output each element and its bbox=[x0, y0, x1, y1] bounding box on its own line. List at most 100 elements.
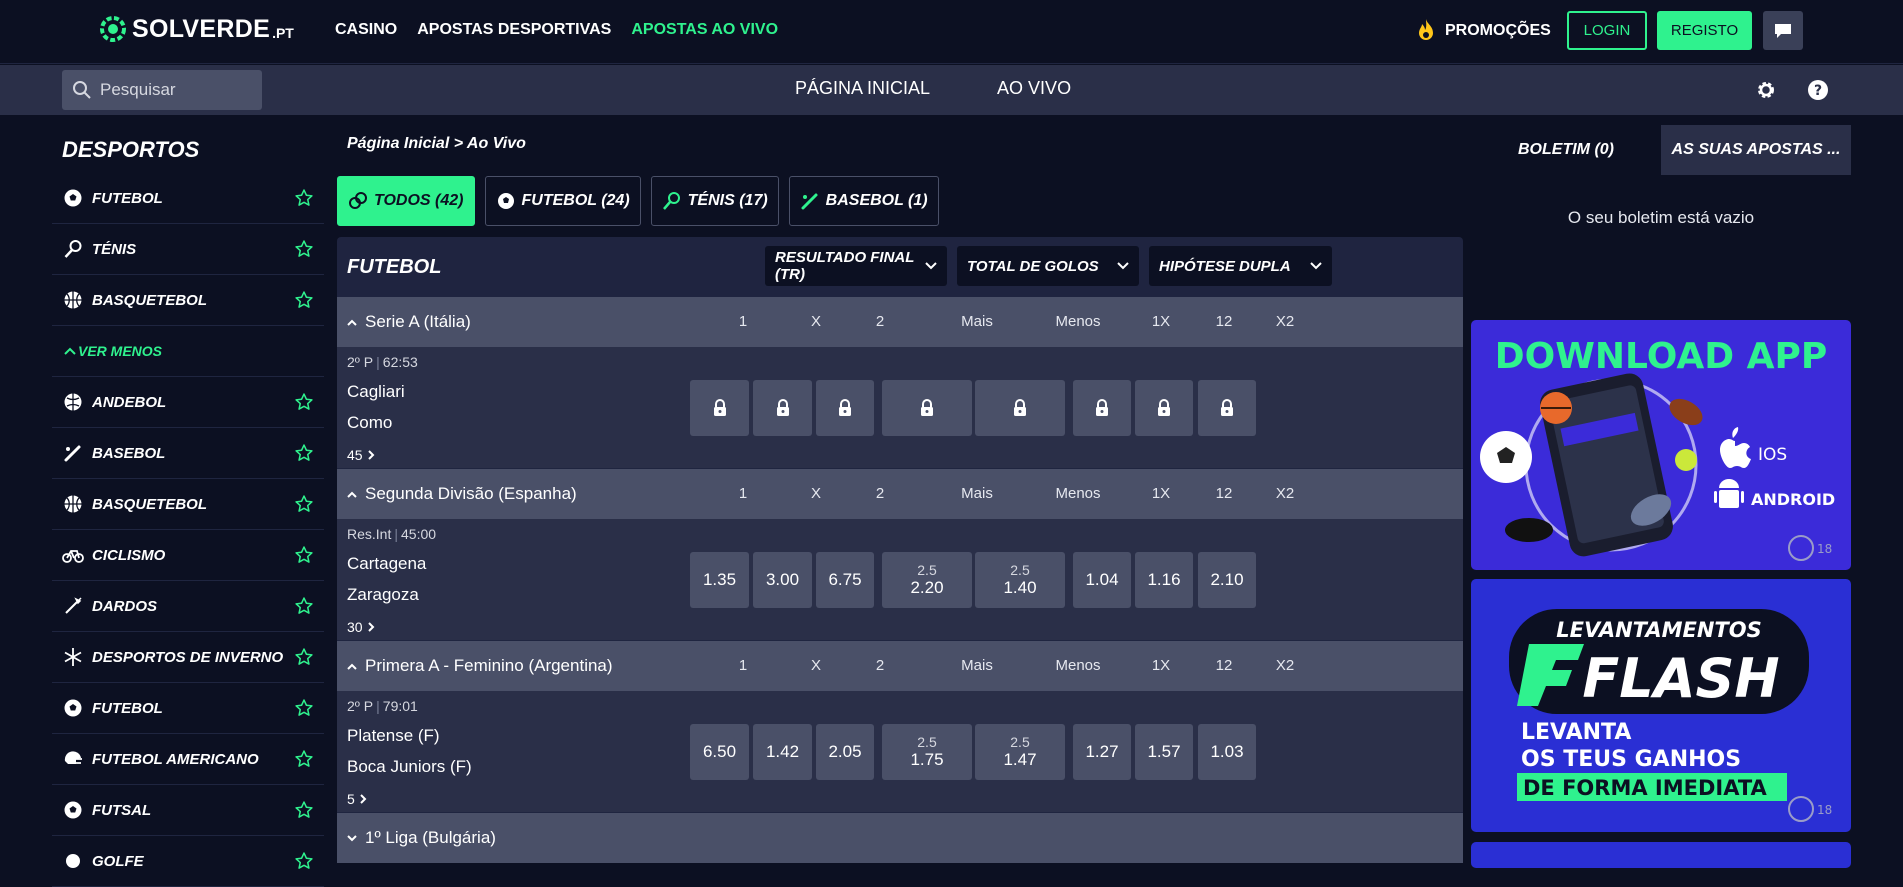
gear-icon[interactable] bbox=[1755, 79, 1777, 101]
odd-button[interactable]: 1.57 bbox=[1135, 724, 1193, 780]
subnav-pagina-inicial[interactable]: PÁGINA INICIAL bbox=[795, 78, 930, 99]
sidebar-item[interactable]: FUTSAL bbox=[52, 785, 324, 836]
sidebar-list: FUTEBOL TÉNIS BASQUETEBOL VER MENOS ANDEBOL B… bbox=[52, 173, 324, 887]
baseball-bat-icon bbox=[62, 442, 84, 464]
odd-button[interactable] bbox=[975, 380, 1065, 436]
favorite-star-icon[interactable] bbox=[294, 647, 314, 667]
download-app-banner[interactable]: DOWNLOAD APP IOS ANDROID 18 bbox=[1471, 320, 1851, 570]
sidebar-item[interactable]: CICLISMO bbox=[52, 530, 324, 581]
sidebar-item[interactable]: TÉNIS bbox=[52, 224, 324, 275]
flash-line2: FLASH bbox=[1582, 647, 1779, 710]
odd-button[interactable]: 2.5 2.20 bbox=[882, 552, 972, 608]
odd-button[interactable]: 2.5 1.47 bbox=[975, 724, 1065, 780]
favorite-star-icon[interactable] bbox=[294, 443, 314, 463]
favorite-star-icon[interactable] bbox=[294, 596, 314, 616]
help-icon[interactable]: ? bbox=[1807, 79, 1829, 101]
odd-button[interactable]: 2.5 1.40 bbox=[975, 552, 1065, 608]
nav-apostas-desportivas[interactable]: APOSTAS DESPORTIVAS bbox=[417, 21, 611, 39]
home-team[interactable]: Platense (F) bbox=[347, 726, 440, 746]
more-markets-link[interactable]: 30 bbox=[347, 619, 375, 635]
tab-todos[interactable]: TODOS (42) bbox=[337, 176, 475, 226]
away-team[interactable]: Zaragoza bbox=[347, 585, 419, 605]
odd-button[interactable]: 1.03 bbox=[1198, 724, 1256, 780]
sidebar-item[interactable]: FUTEBOL bbox=[52, 683, 324, 734]
away-team[interactable]: Como bbox=[347, 413, 392, 433]
promo-banner-3[interactable] bbox=[1471, 842, 1851, 868]
column-header: X2 bbox=[1275, 657, 1295, 674]
league-header[interactable]: Primera A - Feminino (Argentina) 1 X 2 Mais M… bbox=[337, 641, 1463, 691]
favorite-star-icon[interactable] bbox=[294, 545, 314, 565]
breadcrumb-text[interactable]: Página Inicial > Ao Vivo bbox=[347, 135, 526, 152]
odd-button[interactable]: 1.35 bbox=[690, 552, 749, 608]
sidebar-item[interactable]: FUTEBOL AMERICANO bbox=[52, 734, 324, 785]
odd-button[interactable] bbox=[690, 380, 749, 436]
odd-button[interactable] bbox=[1198, 380, 1256, 436]
sidebar-item[interactable]: BASQUETEBOL bbox=[52, 479, 324, 530]
basketball-icon bbox=[62, 493, 84, 515]
tab-as-suas-apostas[interactable]: AS SUAS APOSTAS ... bbox=[1661, 125, 1851, 175]
odd-button[interactable]: 2.05 bbox=[816, 724, 874, 780]
login-button[interactable]: LOGIN bbox=[1567, 11, 1647, 50]
sidebar-item[interactable]: ANDEBOL bbox=[52, 377, 324, 428]
odd-button[interactable]: 6.50 bbox=[690, 724, 749, 780]
league-title: 1º Liga (Bulgária) bbox=[347, 828, 496, 848]
sidebar-item[interactable]: DARDOS bbox=[52, 581, 324, 632]
odd-button[interactable] bbox=[753, 380, 812, 436]
sidebar-item[interactable]: BASQUETEBOL bbox=[52, 275, 324, 326]
market-select-hipotese[interactable]: HIPÓTESE DUPLA bbox=[1149, 246, 1332, 286]
tab-futebol-label: FUTEBOL (24) bbox=[521, 192, 630, 209]
market-select-golos[interactable]: TOTAL DE GOLOS bbox=[957, 246, 1139, 286]
solverde-logo[interactable]: SOLVERDE .PT bbox=[100, 14, 294, 44]
tab-basebol[interactable]: BASEBOL (1) bbox=[788, 176, 939, 226]
flash-cashout-banner[interactable]: LEVANTAMENTOS FLASH LEVANTA OS TEUS GANH… bbox=[1471, 579, 1851, 832]
favorite-star-icon[interactable] bbox=[294, 290, 314, 310]
odd-button[interactable]: 2.10 bbox=[1198, 552, 1256, 608]
search-box[interactable] bbox=[62, 70, 262, 110]
nav-casino[interactable]: CASINO bbox=[335, 21, 397, 39]
league-header[interactable]: Segunda Divisão (Espanha) 1 X 2 Mais Menos 1X 1… bbox=[337, 469, 1463, 519]
favorite-star-icon[interactable] bbox=[294, 494, 314, 514]
home-team[interactable]: Cagliari bbox=[347, 382, 405, 402]
sidebar-item[interactable]: GOLFE bbox=[52, 836, 324, 887]
odd-button[interactable]: 1.42 bbox=[753, 724, 812, 780]
register-button[interactable]: REGISTO bbox=[1657, 11, 1752, 50]
favorite-star-icon[interactable] bbox=[294, 698, 314, 718]
chat-button[interactable] bbox=[1763, 11, 1803, 50]
tab-tenis[interactable]: TÉNIS (17) bbox=[650, 176, 779, 226]
away-team[interactable]: Boca Juniors (F) bbox=[347, 757, 472, 777]
chevron-right-icon bbox=[367, 449, 375, 461]
search-input[interactable] bbox=[100, 80, 250, 100]
favorite-star-icon[interactable] bbox=[294, 188, 314, 208]
home-team[interactable]: Cartagena bbox=[347, 554, 426, 574]
odd-line: 2.5 bbox=[917, 562, 937, 578]
tab-futebol[interactable]: FUTEBOL (24) bbox=[484, 176, 641, 226]
sidebar-item[interactable]: FUTEBOL bbox=[52, 173, 324, 224]
odd-button[interactable] bbox=[816, 380, 874, 436]
more-markets-link[interactable]: 5 bbox=[347, 791, 367, 807]
sidebar-toggle-ver-menos[interactable]: VER MENOS bbox=[52, 326, 324, 377]
nav-apostas-ao-vivo[interactable]: APOSTAS AO VIVO bbox=[631, 21, 778, 39]
market-select-resultado[interactable]: RESULTADO FINAL (TR) bbox=[765, 246, 947, 286]
favorite-star-icon[interactable] bbox=[294, 392, 314, 412]
odd-button[interactable]: 3.00 bbox=[753, 552, 812, 608]
odd-button[interactable]: 1.16 bbox=[1135, 552, 1193, 608]
promotions-link[interactable]: PROMOÇÕES bbox=[1415, 18, 1551, 44]
sidebar-item[interactable]: BASEBOL bbox=[52, 428, 324, 479]
league-header[interactable]: Serie A (Itália) 1 X 2 Mais Menos 1X 12 X2 bbox=[337, 297, 1463, 347]
tab-boletim[interactable]: BOLETIM (0) bbox=[1471, 125, 1661, 175]
league-header[interactable]: 1º Liga (Bulgária) bbox=[337, 813, 1463, 863]
odd-button[interactable] bbox=[882, 380, 972, 436]
odd-button[interactable]: 2.5 1.75 bbox=[882, 724, 972, 780]
odd-button[interactable]: 6.75 bbox=[816, 552, 874, 608]
favorite-star-icon[interactable] bbox=[294, 239, 314, 259]
subnav-ao-vivo[interactable]: AO VIVO bbox=[997, 78, 1071, 99]
odd-button[interactable] bbox=[1135, 380, 1193, 436]
odd-button[interactable]: 1.27 bbox=[1073, 724, 1131, 780]
odd-button[interactable]: 1.04 bbox=[1073, 552, 1131, 608]
odd-button[interactable] bbox=[1073, 380, 1131, 436]
more-markets-link[interactable]: 45 bbox=[347, 447, 375, 463]
favorite-star-icon[interactable] bbox=[294, 749, 314, 769]
favorite-star-icon[interactable] bbox=[294, 851, 314, 871]
favorite-star-icon[interactable] bbox=[294, 800, 314, 820]
sidebar-item[interactable]: DESPORTOS DE INVERNO bbox=[52, 632, 324, 683]
